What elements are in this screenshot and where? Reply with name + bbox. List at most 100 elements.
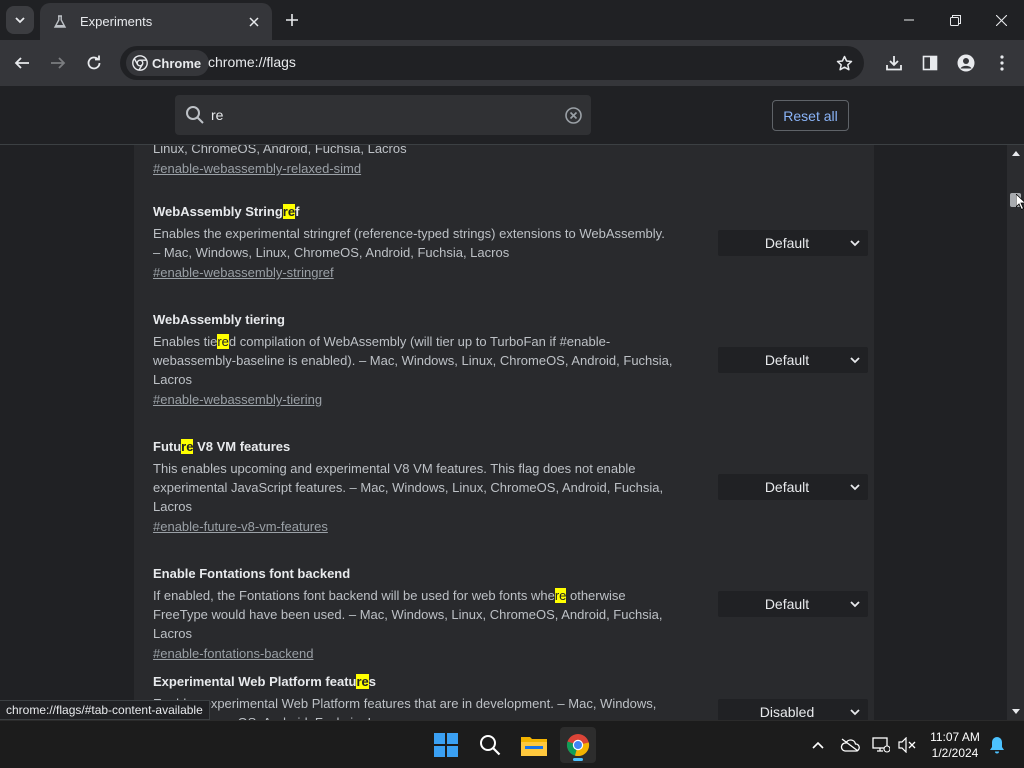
search-highlight: re [356,674,369,689]
file-explorer-button[interactable] [516,727,552,763]
flag-item: WebAssembly tiering Enables tiered compi… [153,311,868,409]
menu-button[interactable] [986,47,1018,79]
flag-title: WebAssembly tiering [153,312,285,327]
chevron-down-icon [846,474,864,500]
tab-title: Experiments [80,14,153,29]
chip-label: Chrome [152,55,202,71]
network-icon[interactable] [871,735,891,755]
status-bubble: chrome://flags/#tab-content-available [0,700,210,720]
restore-icon [949,14,961,26]
flag-description: This enables upcoming and experimental V… [153,461,664,514]
flag-link[interactable]: #enable-fontations-backend [153,646,313,662]
reset-all-button[interactable]: Reset all [772,100,849,131]
arrow-right-icon [51,57,66,69]
arrow-left-icon [14,57,29,69]
taskbar-clock[interactable]: 11:07 AM 1/2/2024 [922,729,988,761]
restore-button[interactable] [932,0,978,40]
chevron-down-icon [846,591,864,617]
tab-search-button[interactable] [6,6,34,34]
flags-searchbox[interactable] [175,95,591,135]
flag-select[interactable]: Default [718,230,868,256]
close-window-button[interactable] [978,0,1024,40]
flag-item: Enable Fontations font backend If enable… [153,565,868,663]
notification-bell-icon[interactable] [987,735,1007,755]
url-text[interactable]: chrome://flags [208,54,296,70]
chrome-logo-icon [566,734,590,757]
flags-header: Reset all [0,86,1024,145]
tab-experiments[interactable]: Experiments [40,3,272,40]
downloads-button[interactable] [878,47,910,79]
side-panel-button[interactable] [914,47,946,79]
back-button[interactable] [6,47,38,79]
page-scrollbar[interactable] [1007,145,1024,720]
tab-close-icon[interactable] [244,12,264,32]
onedrive-icon[interactable] [840,735,860,755]
flag-description: Linux, ChromeOS, Android, Fuchsia, Lacro… [153,145,407,156]
more-vert-icon [1000,55,1004,71]
flag-title: Enable Fontations font backend [153,566,351,581]
minimize-button[interactable] [886,0,932,40]
chevron-down-icon [15,17,25,24]
flag-description: If enabled, the Fontations font backend … [153,588,663,641]
flags-panel: Linux, ChromeOS, Android, Fuchsia, Lacro… [134,145,874,720]
flag-description: Enables tiered compilation of WebAssembl… [153,334,673,387]
plus-icon [286,14,298,26]
forward-button[interactable] [42,47,74,79]
search-highlight: re [282,204,296,219]
flag-link[interactable]: #enable-webassembly-relaxed-simd [153,161,361,177]
flag-description: Enables experimental Web Platform featur… [153,696,657,720]
bookmark-star-icon[interactable] [834,53,854,73]
flag-select[interactable]: Disabled [718,699,868,720]
new-tab-button[interactable] [280,8,304,32]
select-value: Default [764,596,810,612]
select-value: Disabled [759,704,815,720]
clock-time: 11:07 AM [930,730,980,744]
folder-icon [521,737,547,756]
reload-button[interactable] [78,47,110,79]
flag-link[interactable]: #enable-future-v8-vm-features [153,519,328,535]
show-hidden-icons-button[interactable] [808,735,828,755]
side-panel-icon [922,55,938,71]
tab-strip: Experiments [0,0,1024,40]
chevron-down-icon [846,699,864,720]
flag-description: Enables the experimental stringref (refe… [153,226,665,260]
active-indicator [573,758,583,761]
search-highlight: re [554,588,567,603]
scroll-up-arrow-icon[interactable] [1007,145,1024,162]
start-button[interactable] [428,727,464,763]
flag-item: Future V8 VM features This enables upcom… [153,438,868,536]
flag-select[interactable]: Default [718,347,868,373]
flag-select[interactable]: Default [718,591,868,617]
chevron-up-icon [812,741,824,749]
flag-title: WebAssembly Stringref [153,204,300,219]
site-info-chip[interactable]: Chrome [126,50,210,76]
reload-icon [87,55,101,70]
taskbar-search-button[interactable] [472,727,508,763]
address-bar[interactable]: Chrome chrome://flags [120,46,864,80]
close-icon [995,14,1007,26]
flag-item: Linux, ChromeOS, Android, Fuchsia, Lacro… [153,145,853,178]
chevron-down-icon [846,230,864,256]
search-highlight: re [181,439,194,454]
profile-icon [957,54,975,72]
clear-search-icon[interactable] [565,107,582,124]
flask-icon [52,14,68,30]
search-input[interactable] [211,95,551,135]
select-value: Default [764,235,810,251]
download-icon [886,56,902,71]
select-value: Default [764,479,810,495]
flag-select[interactable]: Default [718,474,868,500]
mouse-cursor-icon [1016,194,1024,210]
chevron-down-icon [846,347,864,373]
chrome-taskbar-button[interactable] [560,727,596,763]
volume-muted-icon[interactable] [897,735,917,755]
browser-toolbar: Chrome chrome://flags [0,40,1024,86]
flag-link[interactable]: #enable-webassembly-tiering [153,392,322,408]
flag-link[interactable]: #enable-webassembly-stringref [153,265,334,281]
flag-title: Future V8 VM features [153,439,291,454]
profile-button[interactable] [950,47,982,79]
search-icon [480,735,501,756]
scroll-down-arrow-icon[interactable] [1007,703,1024,720]
search-icon [186,106,204,124]
windows-logo-icon [434,733,458,757]
